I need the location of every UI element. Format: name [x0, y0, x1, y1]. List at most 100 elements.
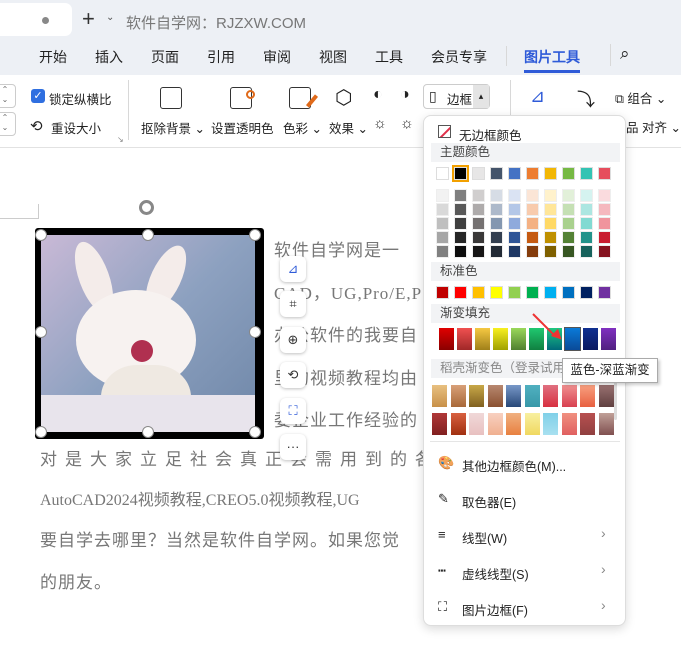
theme-shade-swatch[interactable] [490, 217, 503, 230]
theme-shade-swatch[interactable] [562, 189, 575, 202]
menu-item-eyedropper[interactable]: ✎ 取色器(E) [424, 487, 625, 513]
theme-shade-swatch[interactable] [544, 245, 557, 258]
theme-shade-swatch[interactable] [580, 203, 593, 216]
gradient-swatch[interactable] [601, 328, 616, 350]
menu-picture-tools[interactable]: 图片工具 [524, 47, 580, 73]
standard-color-swatch[interactable] [454, 286, 467, 299]
zoom-in-icon[interactable]: ⊕ [280, 327, 306, 353]
gradient-swatch[interactable] [439, 328, 454, 350]
theme-shade-swatch[interactable] [490, 245, 503, 258]
rotate-handle-icon[interactable] [139, 200, 154, 215]
theme-color-swatch[interactable] [508, 167, 521, 180]
reset-size-button[interactable]: 重设大小 [51, 118, 101, 137]
theme-shade-swatch[interactable] [454, 217, 467, 230]
theme-shade-swatch[interactable] [490, 189, 503, 202]
theme-color-swatch[interactable] [490, 167, 503, 180]
no-border-color[interactable]: 无边框颜色 [459, 125, 522, 144]
remove-background-button[interactable]: 抠除背景 ⌄ [141, 118, 205, 137]
theme-color-swatch[interactable] [436, 167, 449, 180]
more-icon[interactable]: ··· [280, 434, 306, 460]
theme-color-swatch[interactable] [472, 167, 485, 180]
theme-shade-swatch[interactable] [544, 189, 557, 202]
document-tab[interactable] [0, 3, 72, 36]
resize-handle-se[interactable] [249, 426, 261, 438]
new-tab-plus-icon[interactable]: + [82, 6, 95, 32]
theme-shade-swatch[interactable] [598, 245, 611, 258]
menu-reference[interactable]: 引用 [207, 47, 235, 67]
docer-gradient-swatch[interactable] [543, 413, 558, 435]
align-button[interactable]: 品 对齐 ⌄ [626, 117, 681, 136]
docer-gradient-swatch[interactable] [561, 385, 577, 407]
theme-shade-swatch[interactable] [562, 231, 575, 244]
theme-shade-swatch[interactable] [526, 189, 539, 202]
theme-shade-swatch[interactable] [544, 203, 557, 216]
theme-shade-swatch[interactable] [436, 203, 449, 216]
docer-gradient-swatch[interactable] [506, 413, 521, 435]
docer-gradient-swatch[interactable] [580, 385, 595, 407]
theme-shade-swatch[interactable] [436, 231, 449, 244]
theme-color-swatch[interactable] [526, 167, 539, 180]
chevron-down-icon[interactable]: ⌄ [106, 12, 114, 23]
menu-page[interactable]: 页面 [151, 47, 179, 67]
rotate-picture-icon[interactable]: ⟲ [280, 362, 306, 388]
theme-shade-swatch[interactable] [472, 203, 485, 216]
decrease-brightness-icon[interactable]: ☼ [400, 115, 414, 132]
theme-shade-swatch[interactable] [472, 231, 485, 244]
docer-gradient-swatch[interactable] [450, 413, 466, 435]
theme-color-swatch[interactable] [452, 165, 469, 182]
rotate-icon[interactable]: ⤵ [577, 86, 595, 112]
docer-gradient-swatch[interactable] [469, 385, 484, 407]
decrease-contrast-icon[interactable]: ◑ [400, 86, 410, 104]
resize-handle-ne[interactable] [249, 229, 261, 241]
resize-handle-n[interactable] [142, 229, 154, 241]
standard-color-swatch[interactable] [436, 286, 449, 299]
search-icon[interactable]: ⌕ [620, 44, 630, 64]
docer-gradient-swatch[interactable] [580, 413, 595, 435]
theme-shade-swatch[interactable] [598, 189, 611, 202]
theme-shade-swatch[interactable] [436, 189, 449, 202]
theme-shade-swatch[interactable] [526, 217, 539, 230]
theme-shade-swatch[interactable] [598, 231, 611, 244]
menu-tools[interactable]: 工具 [375, 47, 403, 67]
gradient-swatch[interactable] [511, 328, 526, 350]
docer-gradient-swatch[interactable] [543, 385, 558, 407]
theme-shade-swatch[interactable] [454, 245, 467, 258]
increase-brightness-icon[interactable]: ☼ [373, 115, 387, 132]
crop-icon[interactable]: ⌗ [280, 291, 306, 317]
docer-gradient-swatch[interactable] [469, 413, 484, 435]
width-spinner[interactable]: ⌃ ⌄ [0, 112, 16, 136]
theme-shade-swatch[interactable] [490, 231, 503, 244]
theme-color-swatch[interactable] [544, 167, 557, 180]
group-button[interactable]: ⧉ 组合 ⌄ [615, 88, 666, 107]
dialog-launcher-icon[interactable]: ↘ [117, 135, 124, 144]
menu-item-dash-style[interactable]: ┅ 虚线线型(S) › [424, 559, 625, 585]
theme-shade-swatch[interactable] [544, 217, 557, 230]
theme-shade-swatch[interactable] [472, 189, 485, 202]
gradient-swatch[interactable] [529, 328, 544, 350]
theme-shade-swatch[interactable] [454, 203, 467, 216]
standard-color-swatch[interactable] [580, 286, 593, 299]
theme-shade-swatch[interactable] [526, 231, 539, 244]
theme-shade-swatch[interactable] [454, 231, 467, 244]
standard-color-swatch[interactable] [544, 286, 557, 299]
theme-shade-swatch[interactable] [580, 245, 593, 258]
wrap-text-icon[interactable]: ⊿ [530, 86, 545, 107]
theme-shade-swatch[interactable] [436, 245, 449, 258]
extract-text-icon[interactable]: ⛶ [280, 398, 306, 424]
chevron-up-icon[interactable]: ▴ [473, 85, 489, 108]
resize-handle-nw[interactable] [35, 229, 47, 241]
docer-gradient-swatch[interactable] [524, 385, 540, 407]
increase-contrast-icon[interactable]: ◐ [373, 86, 383, 104]
theme-shade-swatch[interactable] [598, 217, 611, 230]
resize-handle-w[interactable] [35, 326, 47, 338]
theme-color-swatch[interactable] [598, 167, 611, 180]
standard-color-swatch[interactable] [490, 286, 503, 299]
docer-gradient-swatch[interactable] [506, 385, 521, 407]
theme-shade-swatch[interactable] [580, 189, 593, 202]
docer-gradient-swatch[interactable] [432, 413, 447, 435]
theme-shade-swatch[interactable] [580, 217, 593, 230]
gradient-swatch[interactable] [583, 328, 598, 350]
gradient-swatch[interactable] [475, 328, 490, 350]
menu-review[interactable]: 审阅 [263, 47, 291, 67]
standard-color-swatch[interactable] [472, 286, 485, 299]
